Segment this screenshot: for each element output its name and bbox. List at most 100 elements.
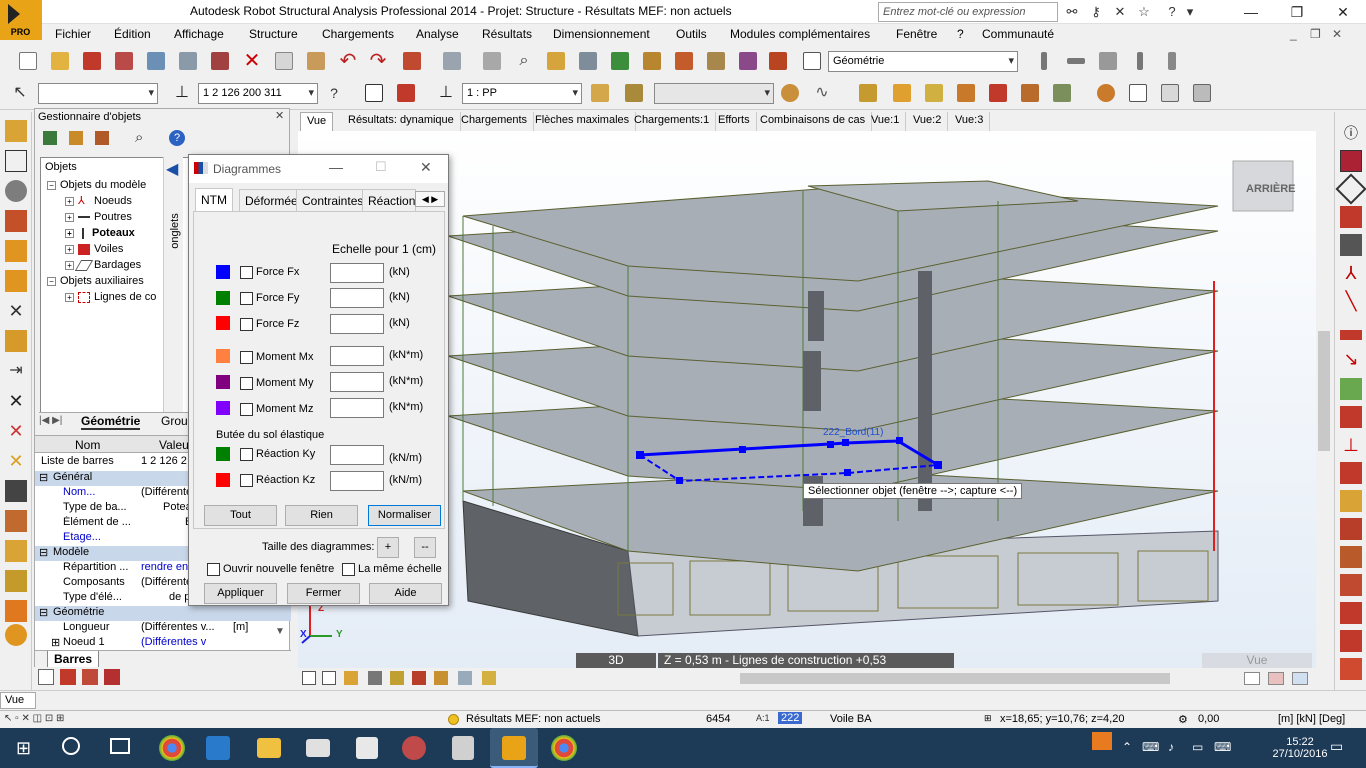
kz-checkbox[interactable] — [240, 474, 253, 487]
print-icon[interactable] — [112, 49, 136, 73]
load-case-select[interactable]: 1 : PP — [462, 83, 582, 104]
cut-tool-icon[interactable]: ✕ — [5, 420, 27, 442]
tab-fleches[interactable]: Flèches maximales — [529, 112, 637, 131]
gear-tool-icon[interactable] — [5, 180, 27, 202]
zoom-window-icon[interactable] — [544, 49, 568, 73]
viewport-vertical-scrollbar[interactable] — [1316, 131, 1332, 668]
home-view-icon[interactable] — [362, 81, 386, 105]
display-loads-icon[interactable] — [1050, 81, 1074, 105]
collapse-icon[interactable]: − — [47, 276, 56, 286]
mx-color-swatch[interactable] — [216, 349, 230, 363]
node-load-icon[interactable]: ⊥ — [1340, 434, 1362, 456]
intersect-tool-icon[interactable]: ✕ — [5, 390, 27, 412]
mdi-restore-icon[interactable]: ❐ — [1310, 27, 1321, 41]
funnel-icon[interactable] — [69, 131, 83, 145]
wave-icon[interactable]: ∿ — [810, 81, 834, 105]
tree-item-auxiliary[interactable]: − Objets auxiliaires — [47, 275, 144, 287]
clock[interactable]: 15:22 27/10/2016 — [1270, 736, 1330, 760]
settings-icon[interactable] — [766, 49, 790, 73]
network-app-icon[interactable] — [402, 736, 426, 760]
tree-item-poutres[interactable]: + Poutres — [65, 211, 132, 223]
tree-item-noeuds[interactable]: + ⅄ Noeuds — [65, 195, 132, 207]
units-display[interactable]: [m] [kN] [Deg] — [1278, 713, 1345, 725]
new-window-checkbox[interactable] — [207, 563, 220, 576]
tab-vue-2[interactable]: Vue:2 — [907, 112, 949, 131]
expand-icon[interactable]: + — [65, 196, 74, 206]
prop-row[interactable]: Longueur (Différentes v... [m] — [35, 621, 291, 636]
bar-select-icon[interactable]: ⊥ — [170, 81, 194, 105]
fy-checkbox[interactable] — [240, 292, 253, 305]
command-line[interactable]: Vue — [0, 692, 36, 709]
menu-chargements[interactable]: Chargements — [322, 27, 394, 41]
input-icon[interactable]: ⌨ — [1142, 740, 1159, 754]
chrome-taskbar-icon[interactable] — [159, 735, 185, 761]
results-map-icon[interactable] — [778, 81, 802, 105]
angle-icon[interactable]: ⚙ — [1178, 713, 1188, 726]
menu-edition[interactable]: Édition — [114, 27, 151, 41]
file-explorer-icon[interactable] — [257, 738, 281, 758]
tab-contraintes[interactable]: Contraintes — [296, 189, 370, 211]
view-dim-icon[interactable] — [390, 671, 404, 685]
viewport-horizontal-scrollbar[interactable] — [530, 670, 1316, 687]
mdi-minimize-icon[interactable]: _ — [1290, 27, 1297, 41]
book-icon[interactable] — [144, 49, 168, 73]
grid-icon[interactable] — [38, 669, 54, 685]
support-right-icon[interactable]: ⅄ — [1340, 262, 1362, 284]
ky-scale-input[interactable] — [330, 445, 384, 465]
battery-icon[interactable]: ▭ — [1192, 740, 1203, 754]
my-color-swatch[interactable] — [216, 375, 230, 389]
help-dropdown-icon[interactable]: ▾ — [1182, 4, 1198, 20]
notes-icon[interactable] — [176, 49, 200, 73]
layout-select[interactable]: Géométrie — [828, 51, 1018, 72]
star-icon[interactable]: ☆ — [1136, 4, 1152, 20]
paste-icon[interactable] — [304, 49, 328, 73]
status-tool-icons[interactable]: ↖ ▫ ✕ ◫ ⊡ ⊞ — [4, 713, 90, 726]
profile-tool-icon[interactable] — [5, 240, 27, 262]
bar-selection-input[interactable]: 1 2 126 200 311 — [198, 83, 318, 104]
cube-tool-icon[interactable] — [5, 540, 27, 562]
list-value[interactable]: 1 2 126 2 — [141, 455, 187, 467]
menu-fichier[interactable]: Fichier — [55, 27, 91, 41]
key-icon[interactable]: ⚷ — [1088, 4, 1104, 20]
mx-checkbox[interactable] — [240, 351, 253, 364]
tree-item-poteaux[interactable]: + Poteaux — [65, 227, 135, 239]
calc-note-icon[interactable] — [400, 49, 424, 73]
fz-color-swatch[interactable] — [216, 316, 230, 330]
component-select[interactable] — [654, 83, 774, 104]
fx-scale-input[interactable] — [330, 263, 384, 283]
tab-scroll-left-icon[interactable]: |◀ ▶| — [39, 415, 62, 426]
rotate-icon[interactable] — [608, 49, 632, 73]
beam-tool-icon[interactable] — [1064, 49, 1088, 73]
mz-scale-input[interactable] — [330, 398, 384, 418]
tab-efforts[interactable]: Efforts — [712, 112, 757, 131]
help-icon[interactable]: ? — [1164, 4, 1180, 20]
tab-vue-3[interactable]: Vue:3 — [949, 112, 991, 131]
dialog-minimize-icon[interactable]: — — [329, 159, 343, 175]
select-help-icon[interactable]: ? — [322, 81, 346, 105]
expand-icon[interactable]: + — [65, 292, 74, 302]
keyboard-icon[interactable]: ⌨ — [1214, 740, 1231, 754]
cross-tool-icon[interactable]: ✕ — [5, 300, 27, 322]
expand-icon[interactable]: + — [65, 244, 74, 254]
view-support-icon[interactable] — [434, 671, 448, 685]
expand-icon[interactable]: + — [65, 260, 74, 270]
maximize-button[interactable]: ❐ — [1274, 0, 1320, 24]
fx-color-swatch[interactable] — [216, 265, 230, 279]
table-view-icon[interactable] — [1126, 81, 1150, 105]
dialog-close-icon[interactable]: ✕ — [420, 159, 432, 176]
scroll-thumb[interactable] — [1318, 331, 1330, 451]
size-minus-button[interactable]: -- — [414, 537, 436, 558]
selected-object-id[interactable]: 222 — [778, 712, 803, 724]
model-viewport[interactable]: ARRIÈRE 222_Bord(11) Sélectionner objet … — [298, 131, 1316, 668]
view-grid-icon[interactable] — [482, 671, 496, 685]
open-file-icon[interactable] — [48, 49, 72, 73]
minimize-button[interactable]: — — [1228, 0, 1274, 24]
offset-tool-icon[interactable]: ⇥ — [5, 360, 27, 382]
load-display-icon[interactable] — [588, 81, 612, 105]
load-right-icon[interactable] — [1340, 378, 1362, 400]
line-right-icon[interactable]: ╲ — [1340, 290, 1362, 312]
fy-color-swatch[interactable] — [216, 291, 230, 305]
close-dialog-button[interactable]: Fermer — [287, 583, 360, 604]
display-supports-icon[interactable] — [986, 81, 1010, 105]
panel-tool-icon[interactable] — [1096, 49, 1120, 73]
